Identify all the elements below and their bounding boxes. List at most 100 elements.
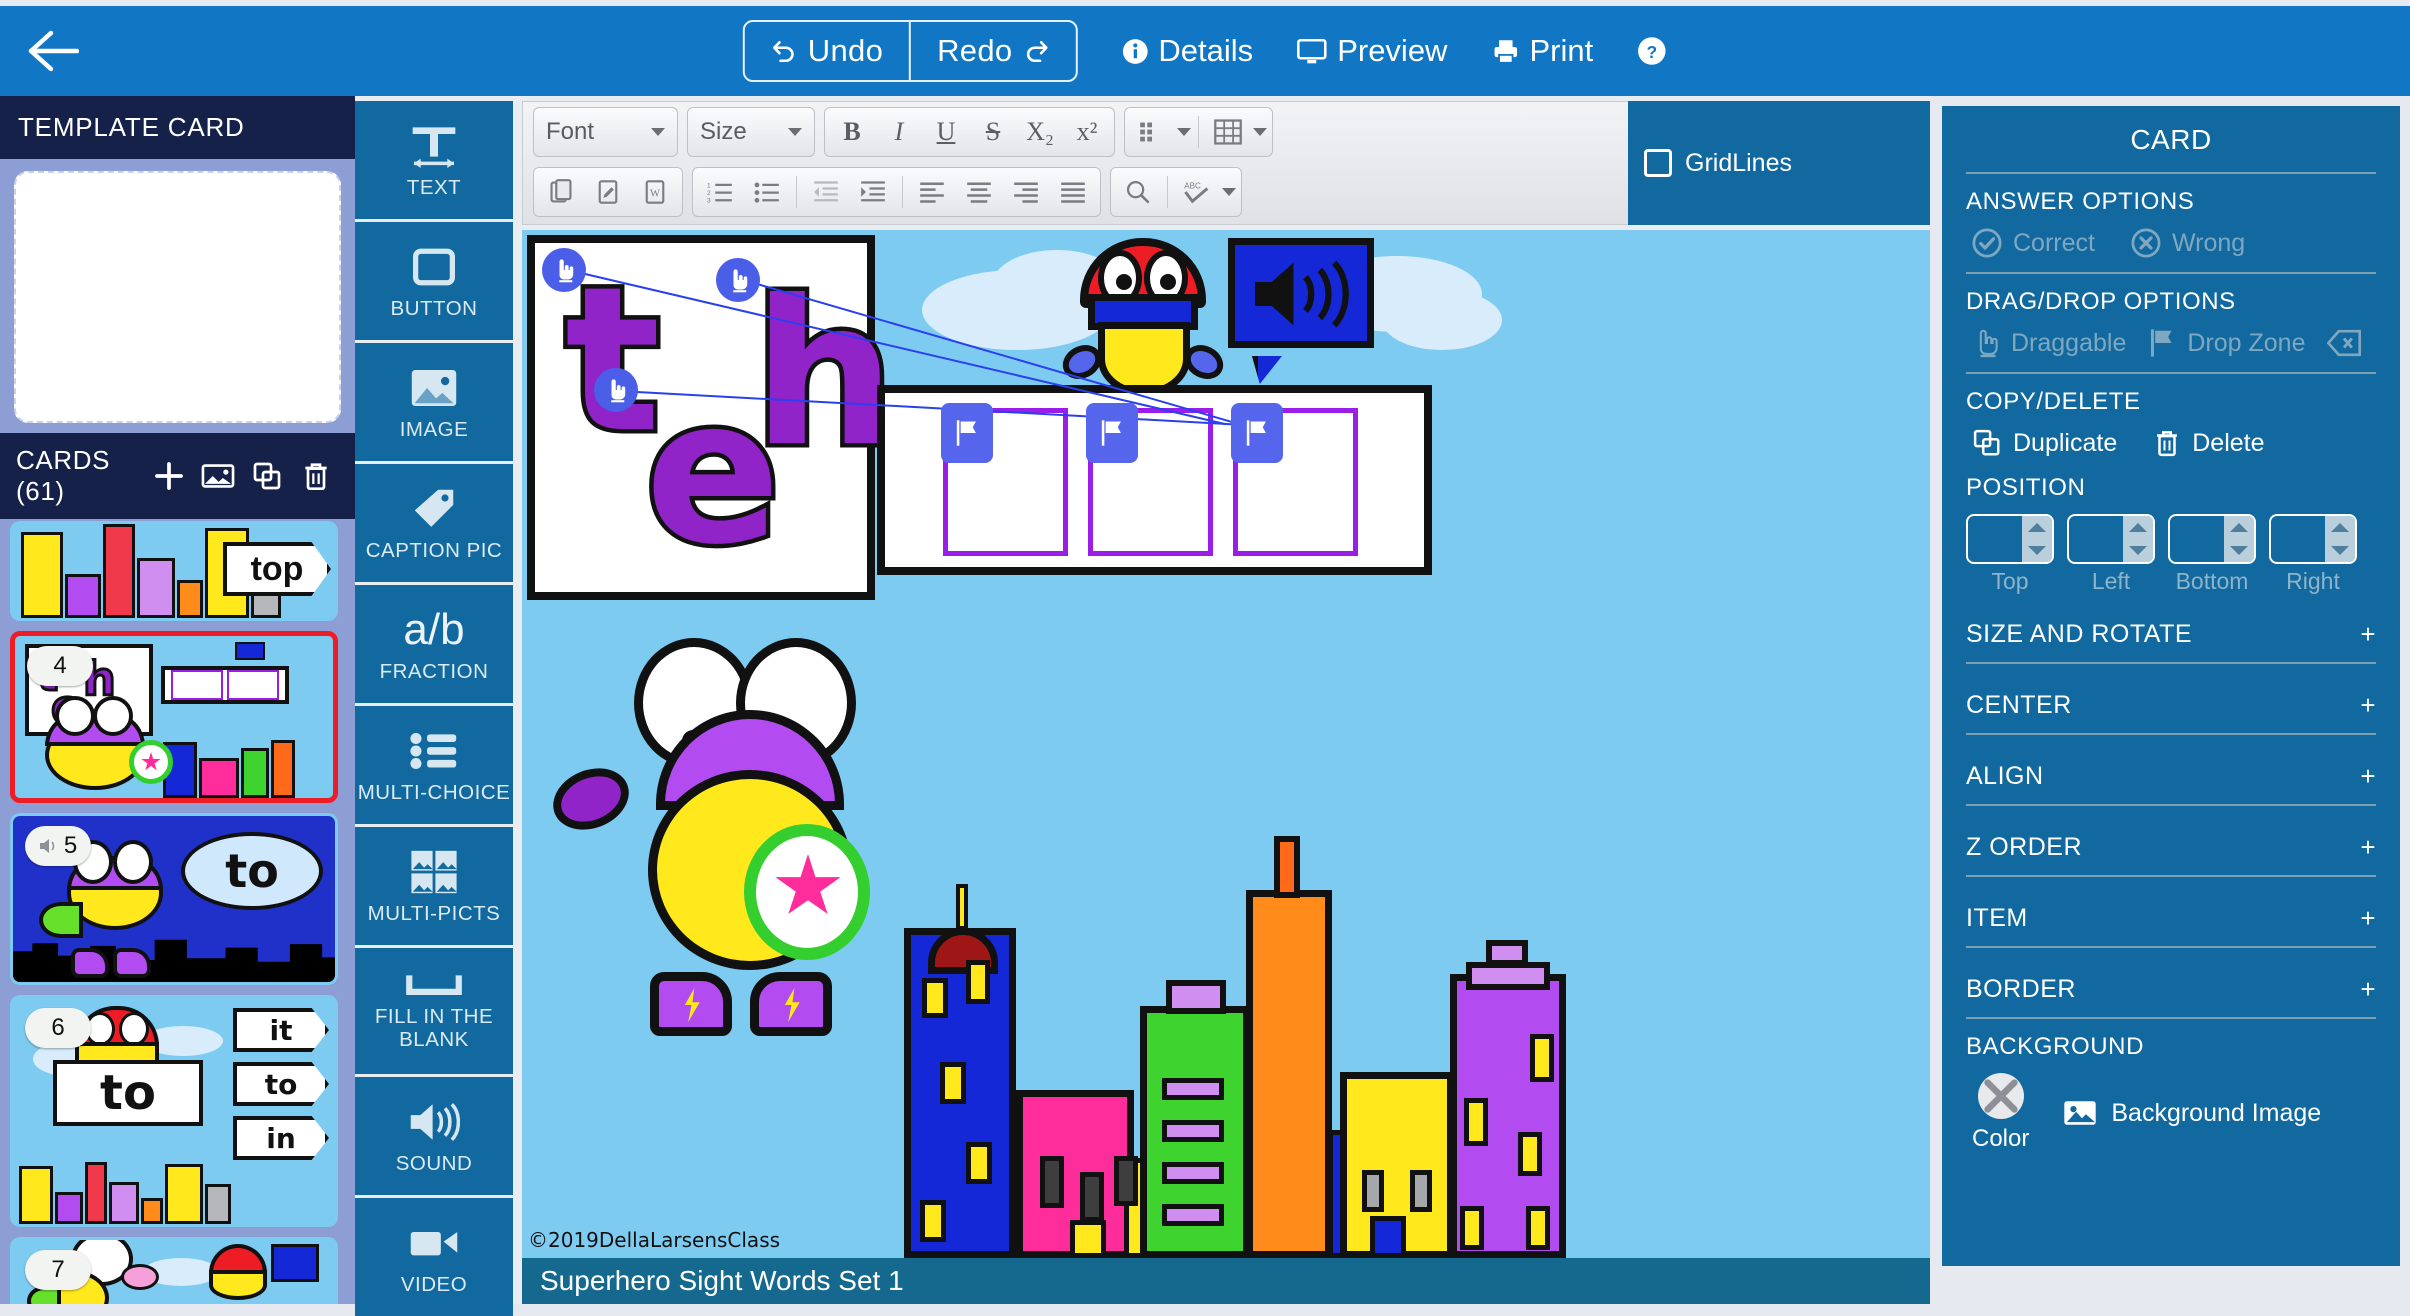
position-bottom-stepper[interactable] xyxy=(2168,514,2256,564)
letter-glyph[interactable]: e xyxy=(645,373,781,573)
outdent-icon[interactable] xyxy=(804,171,848,213)
card-thumbnail[interactable]: t h e 4 xyxy=(10,631,338,803)
card-thumbnail[interactable]: to 5 xyxy=(10,813,338,985)
align-center-icon[interactable] xyxy=(957,171,1001,213)
align-justify-icon[interactable] xyxy=(1051,171,1095,213)
table-icon[interactable] xyxy=(1206,111,1250,153)
position-top-value[interactable] xyxy=(1968,516,2022,562)
wrong-option-button[interactable]: Wrong xyxy=(2131,228,2245,258)
bulleted-list-icon[interactable] xyxy=(745,171,789,213)
duplicate-button[interactable]: Duplicate xyxy=(1972,428,2117,458)
stepper-up-icon[interactable] xyxy=(2230,523,2248,532)
draggable-handle[interactable] xyxy=(594,368,638,412)
word-text-box[interactable]: t h e xyxy=(527,235,875,600)
position-right-stepper[interactable] xyxy=(2269,514,2357,564)
card-canvas[interactable]: t h e xyxy=(522,230,1930,1304)
delete-button[interactable]: Delete xyxy=(2153,428,2264,458)
background-color-button[interactable]: Color xyxy=(1972,1073,2029,1153)
superscript-button[interactable]: x² xyxy=(1065,111,1109,153)
position-right-value[interactable] xyxy=(2271,516,2325,562)
position-bottom-value[interactable] xyxy=(2170,516,2224,562)
card-thumbnail-list[interactable]: top t h e xyxy=(0,521,348,1304)
back-arrow-icon[interactable] xyxy=(22,20,84,82)
stepper-arrows[interactable] xyxy=(2022,516,2052,562)
duplicate-card-icon[interactable] xyxy=(245,453,290,499)
redo-button[interactable]: Redo xyxy=(909,22,1075,80)
add-card-icon[interactable] xyxy=(146,453,191,499)
clear-dropzone-icon[interactable] xyxy=(2327,329,2361,357)
tool-caption-pic[interactable]: CAPTION PIC xyxy=(355,464,513,582)
find-icon[interactable] xyxy=(1116,171,1160,213)
numbered-list-icon[interactable]: 123 xyxy=(698,171,742,213)
stepper-down-icon[interactable] xyxy=(2129,546,2147,555)
card-thumbnail[interactable]: to it to in 6 xyxy=(10,995,338,1227)
spellcheck-icon[interactable]: ABC xyxy=(1175,171,1219,213)
stepper-up-icon[interactable] xyxy=(2028,523,2046,532)
card-thumbnail[interactable]: top xyxy=(10,521,338,621)
preview-button[interactable]: Preview xyxy=(1297,33,1447,69)
tool-sound[interactable]: SOUND xyxy=(355,1077,513,1195)
stepper-down-icon[interactable] xyxy=(2331,546,2349,555)
size-select[interactable]: Size xyxy=(687,107,815,157)
tool-fill-in-the-blank[interactable]: FILL IN THE BLANK xyxy=(355,948,513,1074)
stepper-arrows[interactable] xyxy=(2224,516,2254,562)
accordion-z-order[interactable]: Z ORDER + xyxy=(1966,820,2376,875)
template-card-preview[interactable] xyxy=(14,171,341,423)
position-top-stepper[interactable] xyxy=(1966,514,2054,564)
align-left-icon[interactable] xyxy=(910,171,954,213)
bold-button[interactable]: B xyxy=(830,111,874,153)
draggable-button[interactable]: Draggable xyxy=(1972,328,2126,358)
paste-from-word-icon[interactable]: W xyxy=(633,171,677,213)
font-select[interactable]: Font xyxy=(533,107,678,157)
chevron-down-icon[interactable] xyxy=(1177,128,1191,136)
tool-video[interactable]: VIDEO xyxy=(355,1198,513,1316)
print-button[interactable]: Print xyxy=(1491,33,1593,69)
drop-zone-flag-handle[interactable] xyxy=(1086,403,1138,463)
delete-card-icon[interactable] xyxy=(294,453,339,499)
accordion-size-and-rotate[interactable]: SIZE AND ROTATE + xyxy=(1966,607,2376,662)
stepper-arrows[interactable] xyxy=(2123,516,2153,562)
indent-icon[interactable] xyxy=(851,171,895,213)
stepper-down-icon[interactable] xyxy=(2230,546,2248,555)
drop-zone-button[interactable]: Drop Zone xyxy=(2148,328,2305,358)
tool-fraction[interactable]: a/b FRACTION xyxy=(355,585,513,703)
stepper-up-icon[interactable] xyxy=(2129,523,2147,532)
italic-button[interactable]: I xyxy=(877,111,921,153)
position-left-value[interactable] xyxy=(2069,516,2123,562)
tool-image[interactable]: IMAGE xyxy=(355,343,513,461)
align-right-icon[interactable] xyxy=(1004,171,1048,213)
accordion-center[interactable]: CENTER + xyxy=(1966,678,2376,733)
tool-multi-choice[interactable]: MULTI-CHOICE xyxy=(355,706,513,824)
accordion-align[interactable]: ALIGN + xyxy=(1966,749,2376,804)
drop-zone-flag-handle[interactable] xyxy=(941,403,993,463)
accordion-item[interactable]: ITEM + xyxy=(1966,891,2376,946)
undo-button[interactable]: Undo xyxy=(745,22,909,80)
correct-option-button[interactable]: Correct xyxy=(1972,228,2095,258)
paste-icon[interactable] xyxy=(539,171,583,213)
drop-zone-flag-handle[interactable] xyxy=(1231,403,1283,463)
tool-multi-picts[interactable]: MULTI-PICTS xyxy=(355,827,513,945)
gridlines-toggle[interactable]: GridLines xyxy=(1628,101,1804,225)
stepper-down-icon[interactable] xyxy=(2028,546,2046,555)
card-thumbnail[interactable]: 7 xyxy=(10,1237,338,1304)
stepper-up-icon[interactable] xyxy=(2331,523,2349,532)
chevron-down-icon[interactable] xyxy=(1253,128,1267,136)
underline-button[interactable]: U xyxy=(924,111,968,153)
draggable-handle[interactable] xyxy=(542,248,586,292)
draggable-handle[interactable] xyxy=(716,258,760,302)
position-left-stepper[interactable] xyxy=(2067,514,2155,564)
subscript-button[interactable]: X₂ xyxy=(1018,111,1062,153)
paste-as-text-icon[interactable] xyxy=(586,171,630,213)
details-button[interactable]: Details xyxy=(1121,33,1253,69)
tool-text[interactable]: TEXT xyxy=(355,101,513,219)
strikethrough-button[interactable]: S xyxy=(971,111,1015,153)
accordion-border[interactable]: BORDER + xyxy=(1966,962,2376,1017)
gridlines-checkbox[interactable] xyxy=(1644,149,1672,177)
add-image-card-icon[interactable] xyxy=(195,453,240,499)
stepper-arrows[interactable] xyxy=(2325,516,2355,562)
background-image-button[interactable]: Background Image xyxy=(2063,1098,2321,1128)
help-button[interactable]: ? xyxy=(1637,36,1667,66)
text-color-icon[interactable] xyxy=(1130,111,1174,153)
tool-button[interactable]: BUTTON xyxy=(355,222,513,340)
chevron-down-icon[interactable] xyxy=(1222,188,1236,196)
